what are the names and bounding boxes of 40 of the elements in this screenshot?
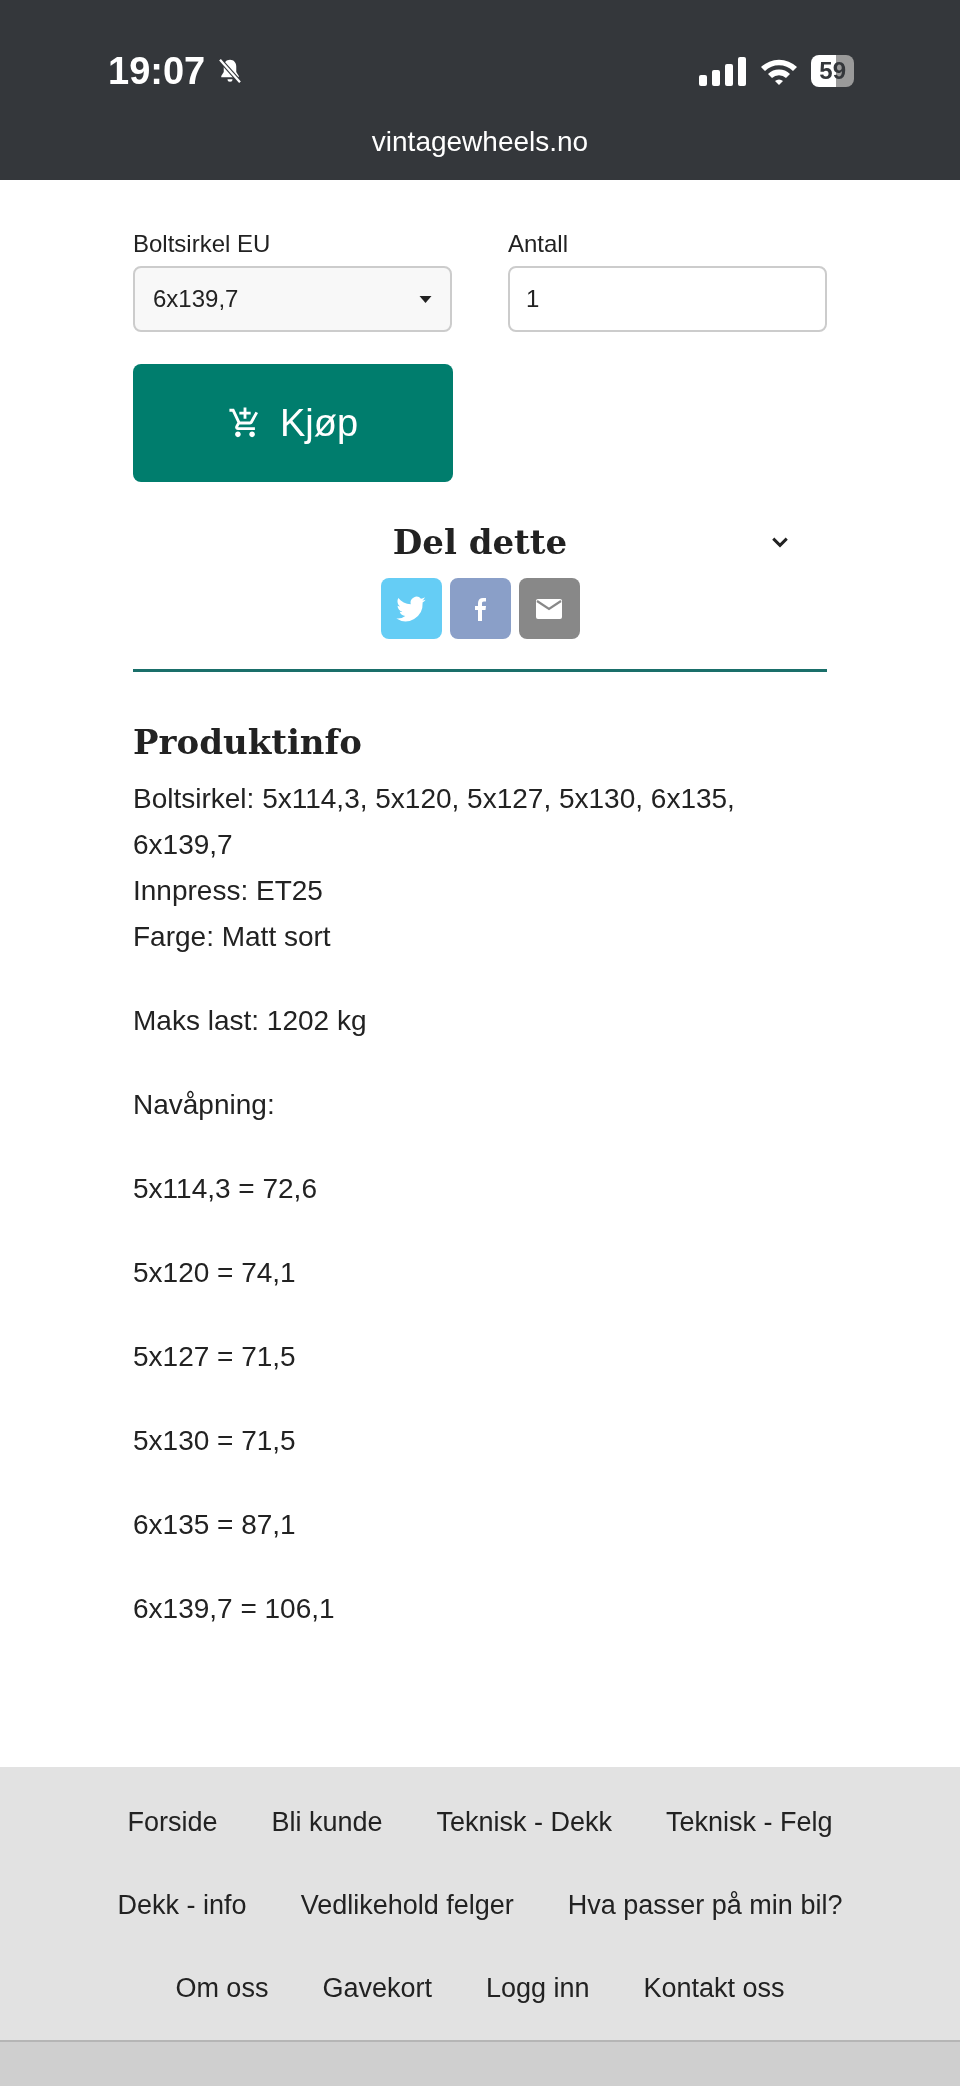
info-text: Maks last: 1202 kg xyxy=(133,1004,368,1038)
facebook-share-button[interactable] xyxy=(449,578,511,639)
email-share-button[interactable] xyxy=(518,578,580,639)
info-text: 6x139,7 = 106,1 xyxy=(133,1592,336,1626)
address-bar-url[interactable]: vintagewheels.no xyxy=(0,126,960,158)
quantity-field[interactable]: 1 xyxy=(508,266,827,332)
section-heading: Produktinfo xyxy=(133,722,363,762)
footer-link[interactable]: Dekk - info xyxy=(117,1890,247,1921)
share-heading: Del dette xyxy=(392,522,568,562)
info-text: Farge: Matt sort xyxy=(133,920,332,954)
caret-icon xyxy=(419,295,432,303)
bolt-circle-select[interactable]: 6x139,7 xyxy=(133,266,452,332)
field-label: Boltsirkel EU xyxy=(133,230,272,258)
footer-link[interactable]: Bli kunde xyxy=(271,1807,383,1838)
twitter-share-button[interactable] xyxy=(380,578,442,639)
info-text: 5x114,3 = 72,6 xyxy=(133,1172,318,1206)
footer-link[interactable]: Kontakt oss xyxy=(643,1973,785,2004)
envelope-icon xyxy=(536,598,562,619)
info-text: Innpress: ET25 xyxy=(133,874,324,908)
info-text: 5x120 = 74,1 xyxy=(133,1256,297,1290)
footer-link[interactable]: Teknisk - Felg xyxy=(666,1807,833,1838)
info-text: Navåpning: xyxy=(133,1088,276,1122)
footer-link[interactable]: Forside xyxy=(127,1807,218,1838)
facebook-icon xyxy=(474,596,486,621)
footer-link[interactable]: Teknisk - Dekk xyxy=(436,1807,613,1838)
info-text: Boltsirkel: 5x114,3, 5x120, 5x127, 5x130, 6x135, 6x139,7 xyxy=(133,782,736,862)
footer-link[interactable]: Vedlikehold felger xyxy=(300,1890,514,1921)
signal-icon xyxy=(699,56,748,86)
footer-link[interactable]: Gavekort xyxy=(322,1973,432,2004)
field-label: Antall xyxy=(508,230,570,258)
info-text: 5x127 = 71,5 xyxy=(133,1340,297,1374)
footer-link[interactable]: Logg inn xyxy=(485,1973,590,2004)
info-text: 6x135 = 87,1 xyxy=(133,1508,297,1542)
footer-link[interactable]: Om oss xyxy=(175,1973,269,2004)
chevron-down-icon[interactable] xyxy=(771,536,789,548)
info-text: 5x130 = 71,5 xyxy=(133,1424,297,1458)
clock-time: 19:07 xyxy=(108,49,206,93)
buy-button[interactable]: Kjøp xyxy=(133,364,453,482)
battery-indicator: 59 xyxy=(811,55,854,87)
footer-link[interactable]: Hva passer på min bil? xyxy=(567,1890,843,1921)
